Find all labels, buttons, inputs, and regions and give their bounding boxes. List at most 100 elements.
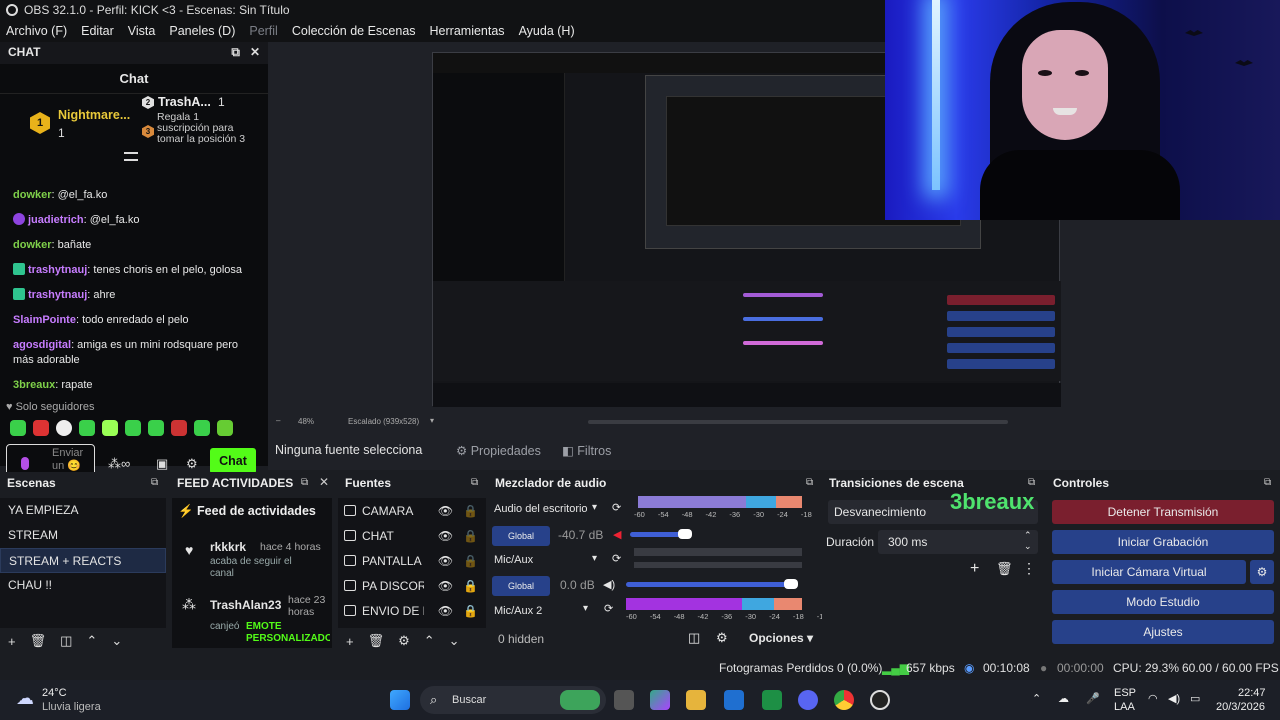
settings-button[interactable]: Ajustes (1052, 620, 1274, 644)
close-icon[interactable]: ✕ (250, 45, 260, 60)
battery-icon[interactable]: ▭ (1190, 692, 1200, 705)
speaker-icon[interactable]: ◀) (603, 578, 615, 591)
source-item[interactable]: CAMARA 👁 🔒 (338, 498, 486, 523)
emote-icon[interactable] (148, 420, 164, 436)
volume-slider-knob[interactable] (678, 529, 692, 539)
volume-slider-knob[interactable] (784, 579, 798, 589)
menu-paneles[interactable]: Paneles (D) (169, 24, 235, 38)
trash-icon[interactable]: 🗑 (996, 561, 1013, 577)
store-icon[interactable] (724, 690, 744, 710)
lock-icon[interactable]: 🔒 (463, 504, 478, 518)
scene-item[interactable]: STREAM + REACTS (0, 548, 166, 573)
up-icon[interactable]: ⌃ (424, 633, 435, 649)
chevron-up-icon[interactable]: ⌃ (1032, 692, 1041, 705)
lock-icon[interactable]: 🔒 (463, 529, 478, 543)
eye-icon[interactable]: 👁 (438, 529, 453, 543)
float-icon[interactable]: ⧉ (1028, 477, 1035, 488)
lock-icon[interactable]: 🔒 (463, 579, 478, 593)
monitor-icon[interactable]: ⟳ (612, 501, 621, 514)
emote-icon[interactable] (102, 420, 118, 436)
chat-username[interactable]: agosdigital (13, 339, 71, 351)
copilot-icon[interactable] (650, 690, 670, 710)
float-icon[interactable]: ⧉ (1264, 477, 1271, 488)
filter-icon[interactable]: ◫ (60, 633, 72, 649)
obs-taskbar-icon[interactable] (870, 690, 890, 710)
chevron-down-icon[interactable]: ▾ (430, 416, 434, 425)
global-button[interactable]: Global (492, 526, 550, 546)
properties-button[interactable]: ⚙ Propiedades (456, 443, 541, 458)
discord-icon[interactable] (798, 690, 818, 710)
add-icon[interactable]: + (8, 634, 16, 649)
menu-coleccion[interactable]: Colección de Escenas (292, 24, 416, 38)
mic-tray-icon[interactable]: 🎤 (1086, 692, 1100, 705)
emote-icon[interactable] (33, 420, 49, 436)
menu-perfil[interactable]: Perfil (249, 24, 277, 38)
language-secondary[interactable]: LAA (1114, 701, 1135, 713)
global-button[interactable]: Global (492, 576, 550, 596)
up-icon[interactable]: ⌃ (86, 633, 97, 649)
file-explorer-icon[interactable] (686, 690, 706, 710)
eye-icon[interactable]: 👁 (438, 579, 453, 593)
stepper-icon[interactable]: ⌃ ⌄ (1024, 530, 1032, 552)
menu-herramientas[interactable]: Herramientas (430, 24, 505, 38)
clock-date[interactable]: 20/3/2026 (1216, 701, 1265, 713)
split-icon[interactable]: ◫ (688, 630, 700, 646)
down-icon[interactable]: ⌄ (449, 633, 460, 649)
float-icon[interactable]: ⧉ (151, 477, 158, 488)
chat-username[interactable]: 3breaux (13, 379, 55, 391)
emote-icon[interactable] (10, 420, 26, 436)
float-icon[interactable]: ⧉ (471, 477, 478, 488)
source-item[interactable]: ENVIO DE KI👁🔒 (338, 598, 486, 623)
eye-icon[interactable]: 👁 (438, 554, 453, 568)
emote-icon[interactable] (171, 420, 187, 436)
muted-speaker-icon[interactable]: ◀ (613, 528, 621, 541)
source-item[interactable]: CHAT 👁 🔒 (338, 523, 486, 548)
duration-input[interactable]: 300 ms ⌃ ⌄ (878, 530, 1038, 554)
chrome-icon[interactable] (834, 690, 854, 710)
lock-icon[interactable]: 🔒 (463, 604, 478, 618)
menu-archivo[interactable]: Archivo (F) (6, 24, 67, 38)
monitor-icon[interactable]: ⟳ (604, 602, 613, 615)
eye-icon[interactable]: 👁 (438, 504, 453, 518)
stop-stream-button[interactable]: Detener Transmisión (1052, 500, 1274, 524)
trash-icon[interactable]: 🗑 (368, 633, 385, 649)
emote-icon[interactable] (194, 420, 210, 436)
chat-username[interactable]: juadietrich (28, 214, 84, 226)
excel-icon[interactable] (762, 690, 782, 710)
emote-icon[interactable] (125, 420, 141, 436)
channel-points-icon[interactable]: ⁂∞ (108, 456, 130, 472)
zoom-minus-icon[interactable]: – (276, 416, 280, 425)
chevron-down-icon[interactable]: ▾ (592, 553, 597, 564)
chat-username[interactable]: trashytnauj (28, 264, 87, 276)
emote-icon[interactable] (79, 420, 95, 436)
volume-slider[interactable] (626, 582, 796, 587)
wifi-icon[interactable]: ◠ (1148, 692, 1158, 705)
chevron-down-icon[interactable]: ▾ (583, 603, 588, 614)
chat-username[interactable]: SlaimPointe (13, 314, 76, 326)
taskbar-search[interactable]: ⌕ Buscar (420, 686, 606, 714)
start-recording-button[interactable]: Iniciar Grabación (1052, 530, 1274, 554)
menu-editar[interactable]: Editar (81, 24, 114, 38)
cloud-icon[interactable]: ☁ (1058, 692, 1069, 705)
chat-username[interactable]: trashytnauj (28, 289, 87, 301)
source-item[interactable]: PANTALLA 👁 🔒 (338, 548, 486, 573)
chevron-down-icon[interactable]: ▾ (592, 502, 597, 513)
virtual-camera-button[interactable]: Iniciar Cámara Virtual (1052, 560, 1246, 584)
trash-icon[interactable]: 🗑 (30, 633, 47, 649)
close-icon[interactable]: ✕ (319, 475, 329, 489)
studio-mode-button[interactable]: Modo Estudio (1052, 590, 1274, 614)
float-icon[interactable]: ⧉ (231, 45, 240, 60)
store-icon[interactable]: ▣ (156, 456, 168, 472)
chat-username[interactable]: dowker (13, 189, 52, 201)
virtual-camera-settings-button[interactable]: ⚙ (1250, 560, 1274, 584)
task-view-icon[interactable] (614, 690, 634, 710)
eye-icon[interactable]: 👁 (438, 604, 453, 618)
windows-start-icon[interactable] (390, 690, 410, 710)
preview-scrollbar[interactable] (588, 420, 1008, 424)
advanced-audio-icon[interactable]: ⚙ (716, 630, 728, 646)
volume-icon[interactable]: ◀) (1168, 692, 1180, 705)
menu-vista[interactable]: Vista (128, 24, 156, 38)
clock-time[interactable]: 22:47 (1238, 687, 1266, 699)
monitor-icon[interactable]: ⟳ (612, 552, 621, 565)
language-primary[interactable]: ESP (1114, 687, 1136, 699)
